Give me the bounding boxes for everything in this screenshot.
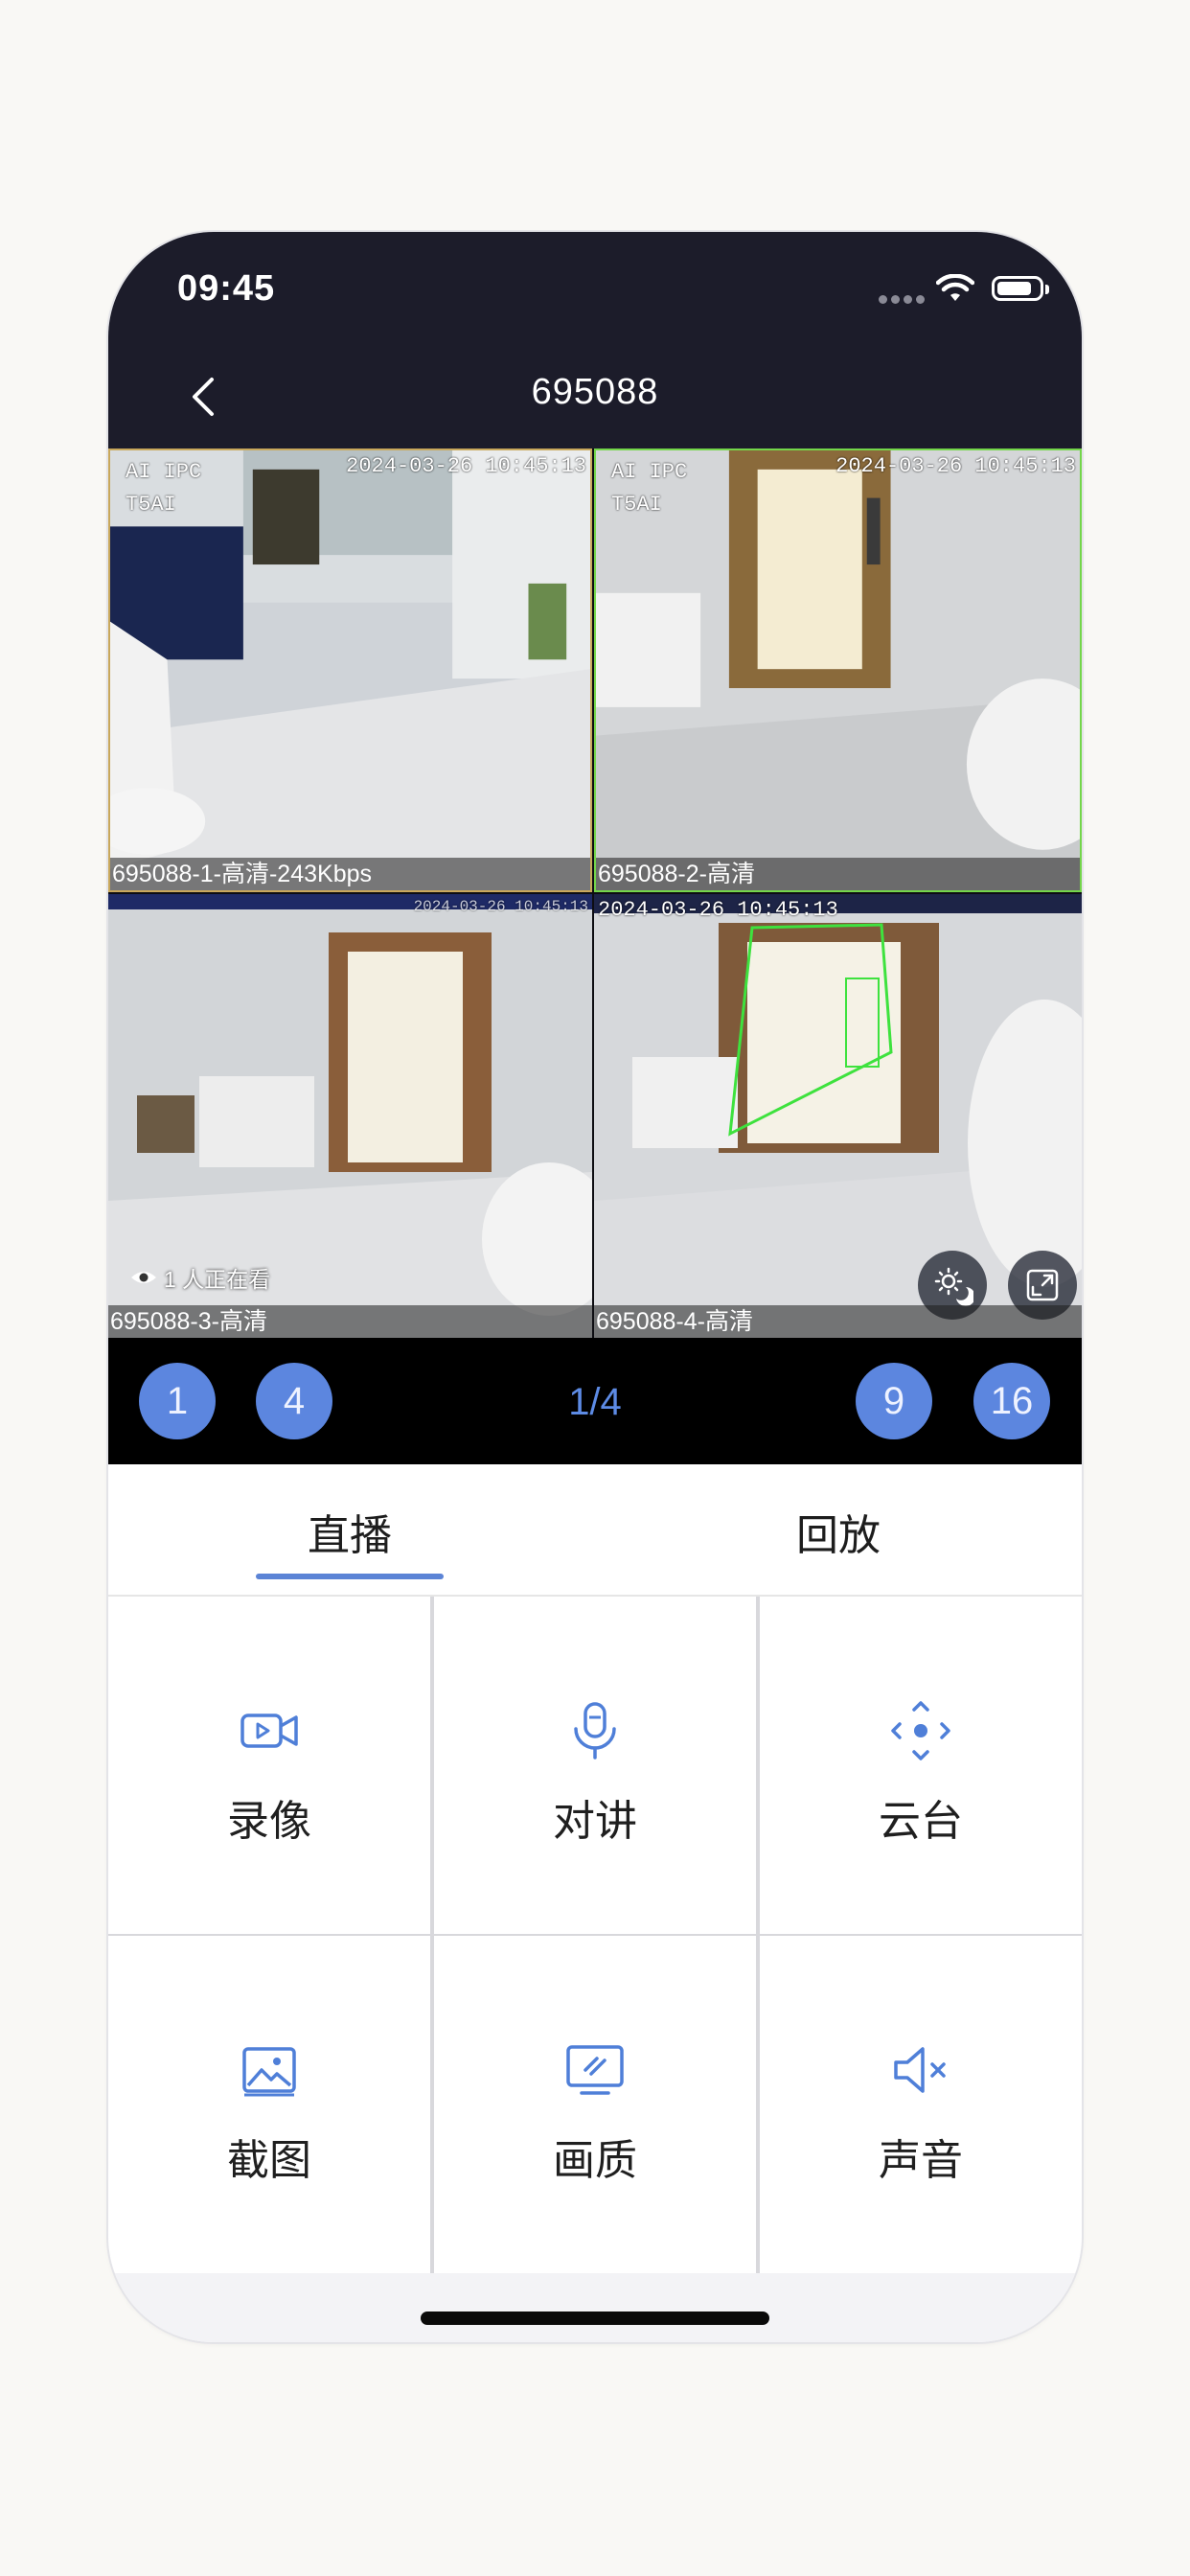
page-title: 695088: [531, 372, 659, 412]
bottom-area: [108, 2273, 1082, 2342]
mute-icon: [894, 2047, 946, 2093]
camera-label-4: 695088-4-高清: [594, 1305, 1082, 1338]
wifi-icon: [936, 274, 974, 301]
split-9-button[interactable]: 9: [856, 1363, 932, 1439]
quality-icon: [566, 2045, 624, 2095]
osd-line: T5AI: [126, 493, 176, 517]
record-label: 录像: [227, 1798, 311, 1845]
ptz-icon: [891, 1701, 950, 1760]
camera-view-2[interactable]: AI IPC T5AI 2024-03-26 10:45:13 695088-2…: [594, 448, 1082, 892]
camera-feed-image: [594, 894, 1082, 1338]
camera-label-2: 695088-2-高清: [596, 858, 1080, 890]
camera-label-3: 695088-3-高清: [108, 1305, 592, 1338]
osd-line: AI IPC: [611, 460, 688, 484]
camera-label-1: 695088-1-高清-243Kbps: [110, 858, 590, 890]
osd-line: AI IPC: [126, 460, 202, 484]
camera-timestamp-2: 2024-03-26 10:45:13: [835, 454, 1076, 478]
sound-button[interactable]: 声音: [760, 1936, 1082, 2273]
split-selector-bar: 1 4 1/4 9 16: [108, 1338, 1082, 1464]
camera-view-1[interactable]: AI IPC T5AI 2024-03-26 10:45:13 695088-1…: [108, 448, 592, 892]
tab-playback[interactable]: 回放: [796, 1501, 881, 1562]
intercom-label: 对讲: [553, 1798, 637, 1845]
video-icon: [240, 1714, 298, 1748]
record-button[interactable]: 录像: [108, 1597, 430, 1934]
function-grid: 录像 对讲 云台 截图 画质 声音: [108, 1597, 1082, 2273]
camera-osd-2: AI IPC T5AI: [611, 456, 687, 521]
camera-timestamp-3: 2024-03-26 10:45:13: [413, 898, 588, 915]
video-grid: AI IPC T5AI 2024-03-26 10:45:13 695088-1…: [108, 448, 1082, 1338]
phone-frame: 09:45 695088 AI IPC T5AI 2024-03-26 10:4…: [108, 232, 1082, 2342]
fullscreen-icon: [1026, 1269, 1059, 1301]
microphone-icon: [574, 1702, 616, 1760]
quality-button[interactable]: 画质: [434, 1936, 756, 2273]
camera-view-4[interactable]: 2024-03-26 10:45:13 695088-4-高清: [594, 894, 1082, 1338]
home-indicator[interactable]: [421, 2312, 769, 2325]
screenshot-label: 截图: [227, 2137, 311, 2184]
screenshot-icon: [242, 2047, 296, 2097]
night-mode-icon: [934, 1267, 973, 1306]
battery-icon: [992, 276, 1049, 301]
status-time: 09:45: [177, 268, 276, 309]
intercom-button[interactable]: 对讲: [434, 1597, 756, 1934]
mode-tabs: 直播 回放: [108, 1464, 1082, 1597]
camera-view-3[interactable]: 2024-03-26 10:45:13 1 人正在看 695088-3-高清: [108, 894, 592, 1338]
quality-label: 画质: [553, 2137, 637, 2184]
page-indicator: 1/4: [568, 1381, 622, 1423]
tab-live[interactable]: 直播: [308, 1501, 392, 1562]
camera-timestamp-1: 2024-03-26 10:45:13: [346, 454, 586, 478]
eye-icon: [131, 1272, 156, 1283]
viewer-count: 1 人正在看: [129, 1261, 270, 1294]
camera-timestamp-4: 2024-03-26 10:45:13: [598, 898, 838, 922]
camera-osd-1: AI IPC T5AI: [126, 456, 201, 521]
sound-label: 声音: [879, 2137, 963, 2184]
ptz-label: 云台: [879, 1798, 963, 1845]
osd-line: T5AI: [611, 493, 662, 517]
active-tab-indicator: [256, 1574, 444, 1579]
signal-icon: [879, 291, 928, 305]
viewer-count-text: 1 人正在看: [164, 1267, 271, 1292]
top-bar: 09:45 695088: [108, 232, 1082, 448]
screenshot-button[interactable]: 截图: [108, 1936, 430, 2273]
split-16-button[interactable]: 16: [973, 1363, 1050, 1439]
ptz-button[interactable]: 云台: [760, 1597, 1082, 1934]
